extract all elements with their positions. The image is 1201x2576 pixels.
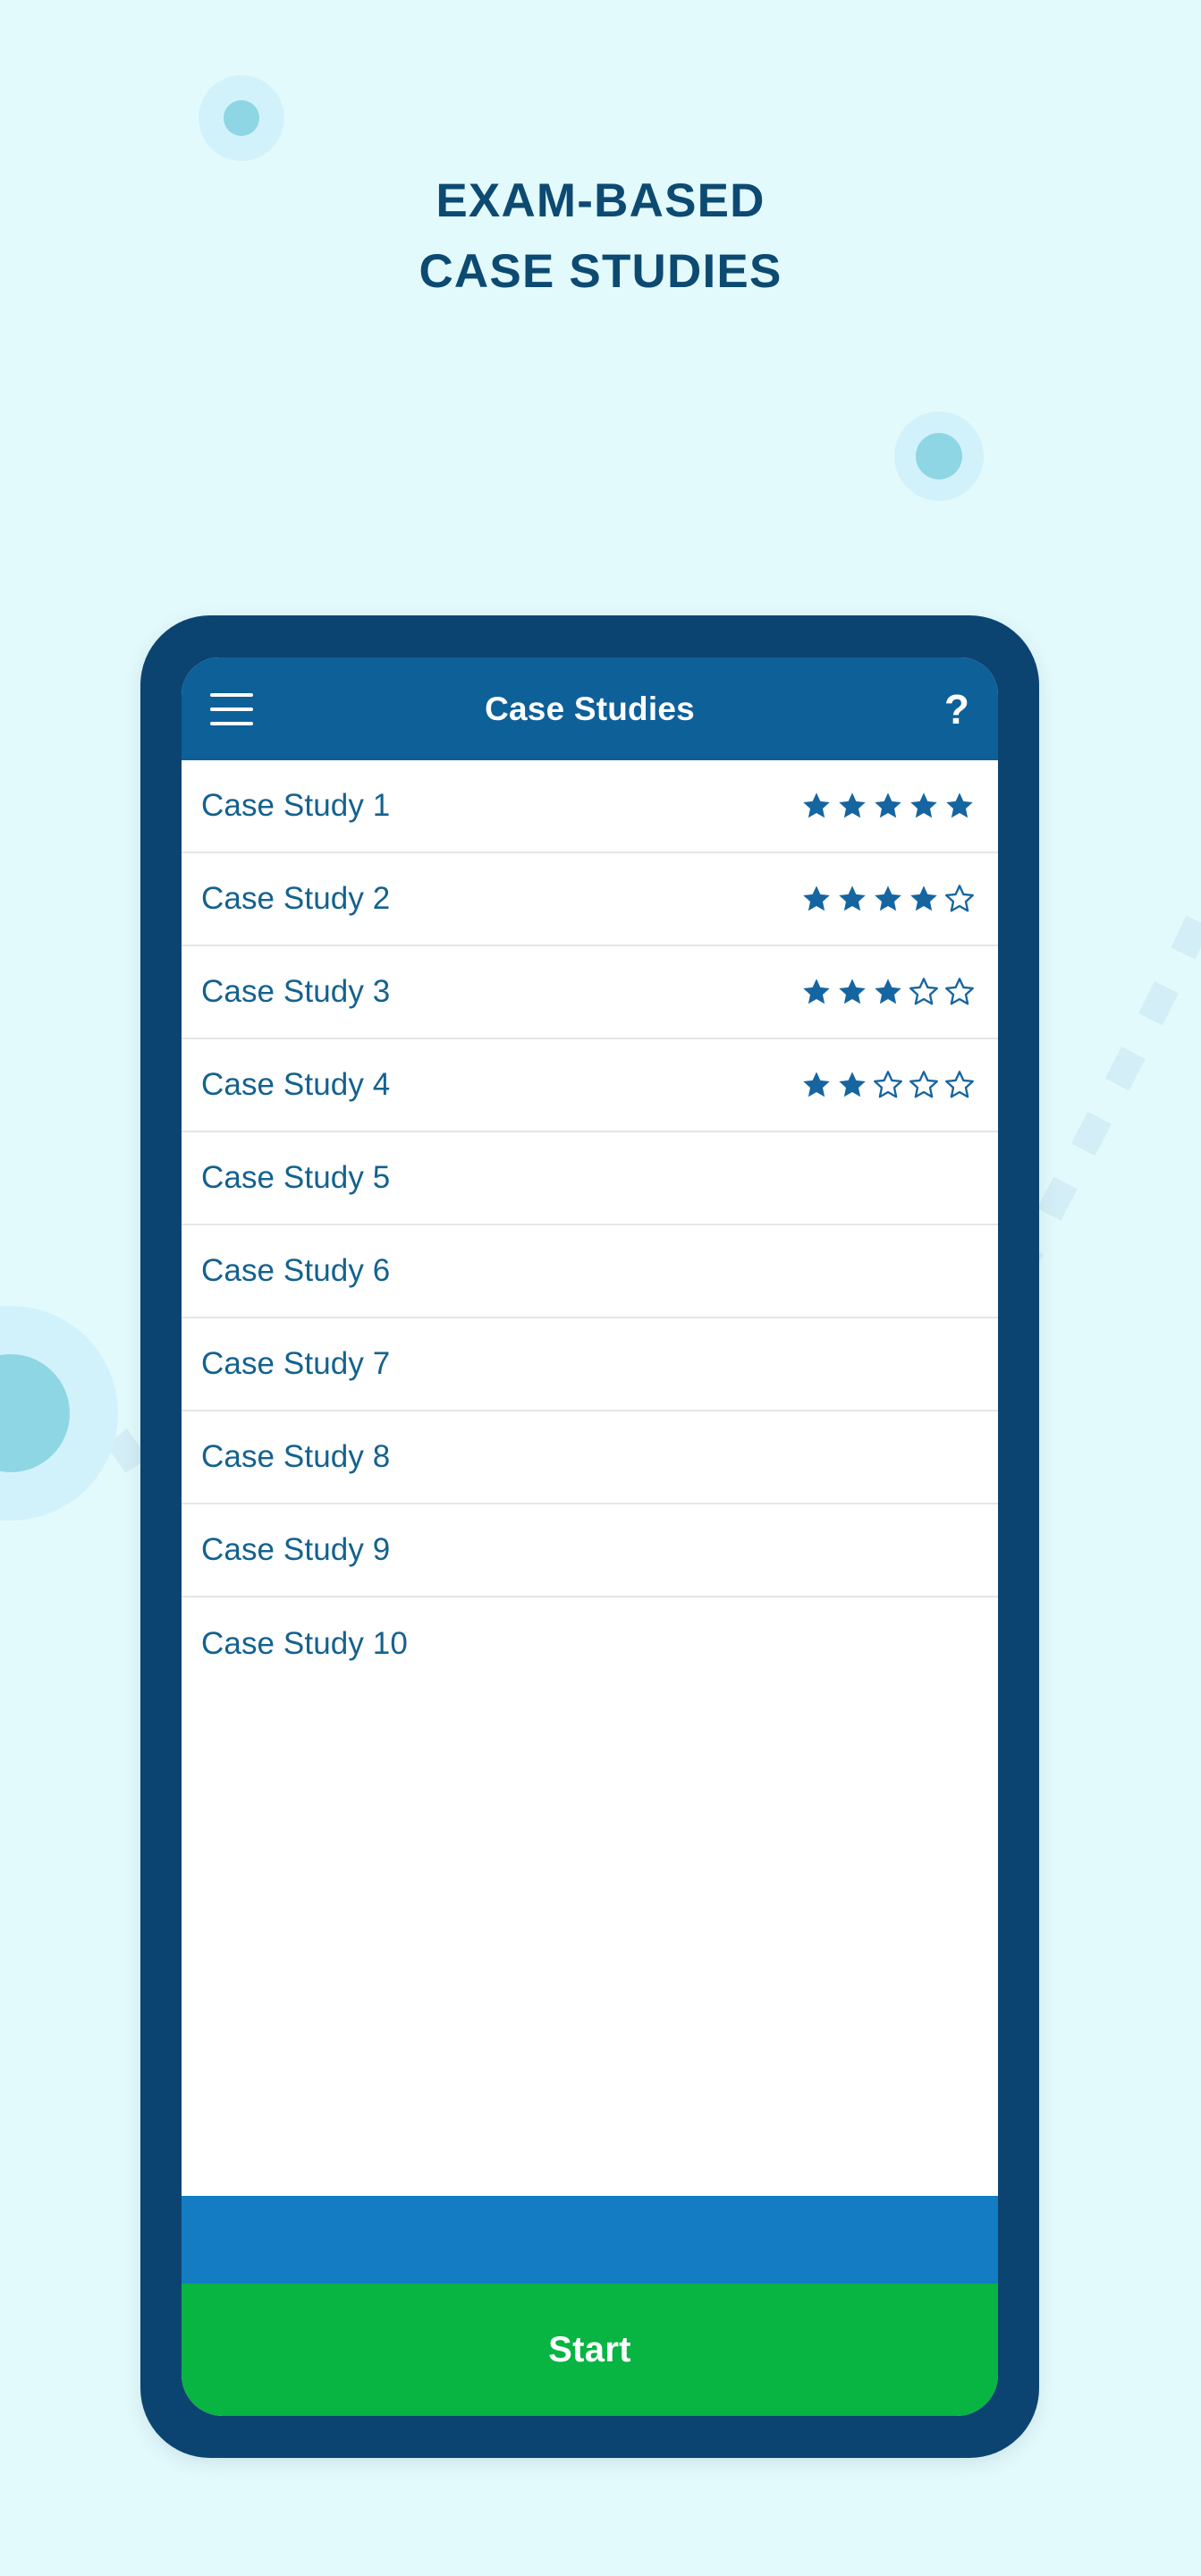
case-study-row[interactable]: Case Study 7 [182, 1318, 998, 1411]
phone-screen: Case Studies ? Case Study 1 Case Study 2C… [182, 657, 998, 2416]
start-button[interactable]: Start [182, 2284, 998, 2416]
star-outline-icon [909, 1071, 938, 1098]
case-study-label: Case Study 5 [201, 1160, 391, 1195]
star-filled-icon [803, 886, 830, 911]
bottom-accent-bar [182, 2196, 998, 2284]
star-outline-icon [874, 1071, 902, 1098]
case-study-label: Case Study 2 [201, 881, 391, 916]
star-rating [801, 977, 975, 1007]
case-study-row[interactable]: Case Study 6 [182, 1225, 998, 1318]
star-filled-icon [803, 792, 830, 818]
page-root: EXAM-BASED CASE STUDIES Case Studies ? C… [0, 0, 1201, 2576]
case-study-row[interactable]: Case Study 3 [182, 946, 998, 1039]
decor-dot-mid-right-icon [894, 411, 984, 501]
star-rating [801, 791, 975, 821]
star-outline-icon [945, 1071, 974, 1098]
star-filled-icon [875, 886, 901, 911]
page-title-line-2: CASE STUDIES [419, 245, 782, 298]
case-study-row[interactable]: Case Study 2 [182, 853, 998, 946]
decor-core [916, 433, 962, 479]
app-bar: Case Studies ? [182, 657, 998, 760]
star-filled-icon [839, 1072, 866, 1097]
star-filled-icon [946, 792, 973, 818]
page-title: EXAM-BASED CASE STUDIES [0, 177, 1201, 295]
help-question-icon[interactable]: ? [944, 689, 969, 730]
star-rating [801, 1070, 975, 1100]
case-study-label: Case Study 3 [201, 974, 391, 1009]
star-filled-icon [839, 792, 866, 818]
star-filled-icon [803, 1072, 830, 1097]
star-filled-icon [803, 979, 830, 1004]
hamburger-bar [210, 692, 253, 697]
star-filled-icon [875, 792, 901, 818]
star-outline-icon [945, 978, 974, 1005]
app-bar-title: Case Studies [485, 690, 695, 727]
star-filled-icon [839, 886, 866, 911]
phone-mockup: Case Studies ? Case Study 1 Case Study 2C… [140, 615, 1039, 2458]
case-study-row[interactable]: Case Study 4 [182, 1039, 998, 1132]
case-study-label: Case Study 9 [201, 1532, 391, 1567]
star-filled-icon [875, 979, 901, 1004]
star-filled-icon [910, 792, 937, 818]
case-study-row[interactable]: Case Study 10 [182, 1597, 998, 1690]
case-study-label: Case Study 8 [201, 1439, 391, 1474]
case-study-label: Case Study 10 [201, 1626, 408, 1661]
star-rating [801, 884, 975, 914]
star-filled-icon [910, 886, 937, 911]
case-study-row[interactable]: Case Study 1 [182, 760, 998, 853]
case-study-row[interactable]: Case Study 9 [182, 1504, 998, 1597]
decor-dot-top-left-icon [199, 75, 284, 161]
case-study-label: Case Study 7 [201, 1346, 391, 1381]
decor-dot-left-edge-icon [0, 1306, 118, 1521]
case-study-label: Case Study 6 [201, 1253, 391, 1288]
case-study-label: Case Study 1 [201, 788, 391, 823]
page-title-line-1: EXAM-BASED [436, 174, 765, 227]
case-study-list: Case Study 1 Case Study 2 Case Study 3 Case… [182, 760, 998, 2196]
case-study-label: Case Study 4 [201, 1067, 391, 1102]
star-outline-icon [909, 978, 938, 1005]
hamburger-bar [210, 707, 253, 711]
star-outline-icon [945, 885, 974, 912]
star-filled-icon [839, 979, 866, 1004]
hamburger-menu-icon[interactable] [210, 692, 253, 725]
decor-core [224, 100, 259, 136]
hamburger-bar [210, 721, 253, 725]
case-study-row[interactable]: Case Study 5 [182, 1132, 998, 1225]
case-study-row[interactable]: Case Study 8 [182, 1411, 998, 1504]
